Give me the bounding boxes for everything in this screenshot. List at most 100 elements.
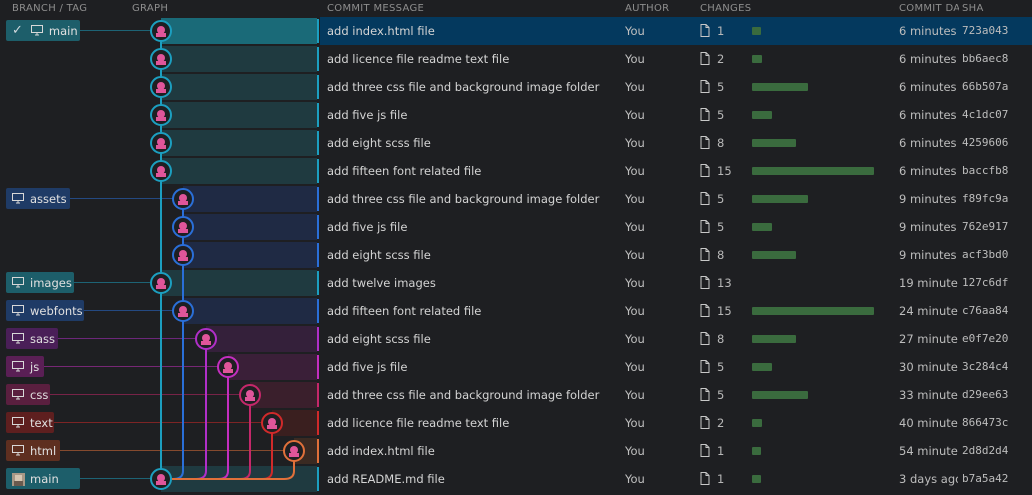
- avatar-icon: [202, 334, 210, 342]
- avatar-icon: [178, 257, 188, 261]
- changes-count: 15: [717, 164, 732, 178]
- avatar-icon: [157, 138, 165, 146]
- avatar-icon: [290, 446, 298, 454]
- avatar-icon: [179, 194, 187, 202]
- file-icon: [700, 220, 710, 233]
- commit-author: You: [625, 192, 645, 206]
- commit-author: You: [625, 444, 645, 458]
- commit-author: You: [625, 24, 645, 38]
- file-icon: [700, 276, 710, 289]
- commit-sha[interactable]: d29ee63: [962, 388, 1008, 401]
- commit-sha[interactable]: 762e917: [962, 220, 1008, 233]
- avatar-icon: [178, 313, 188, 317]
- changes-bar: [752, 335, 796, 343]
- header-commit-message[interactable]: COMMIT MESSAGE: [327, 3, 424, 14]
- changes-count: 5: [717, 220, 725, 234]
- commit-graph-view: BRANCH / TAG GRAPH COMMIT MESSAGE AUTHOR…: [0, 0, 1032, 495]
- commit-message: add twelve images: [327, 276, 436, 290]
- avatar-icon: [178, 229, 188, 233]
- commit-date: 6 minutes ago: [899, 80, 958, 94]
- file-icon: [700, 24, 710, 37]
- commit-sha[interactable]: 866473c: [962, 416, 1008, 429]
- avatar-icon: [157, 166, 165, 174]
- avatar-icon: [157, 26, 165, 34]
- changes-bar: [752, 167, 874, 175]
- changes-count: 2: [717, 416, 725, 430]
- commit-author: You: [625, 276, 645, 290]
- commit-sha[interactable]: c76aa84: [962, 304, 1008, 317]
- lane-text: [161, 423, 273, 480]
- commit-sha[interactable]: 4c1dc07: [962, 108, 1008, 121]
- commit-message: add eight scss file: [327, 136, 431, 150]
- commit-sha[interactable]: 2d8d2d4: [962, 444, 1008, 457]
- commit-sha[interactable]: 4259606: [962, 136, 1008, 149]
- commit-message: add five js file: [327, 360, 408, 374]
- commit-author: You: [625, 360, 645, 374]
- changes-count: 5: [717, 388, 725, 402]
- commit-author: You: [625, 136, 645, 150]
- commit-sha[interactable]: f89fc9a: [962, 192, 1008, 205]
- avatar-icon: [289, 453, 299, 457]
- commit-date: 19 minutes ago: [899, 276, 958, 290]
- header-sha[interactable]: SHA: [962, 3, 984, 14]
- avatar-icon: [179, 250, 187, 258]
- commit-author: You: [625, 388, 645, 402]
- file-icon: [700, 416, 710, 429]
- changes-count: 13: [717, 276, 732, 290]
- commit-author: You: [625, 472, 645, 486]
- changes-bar: [752, 223, 772, 231]
- header-changes[interactable]: CHANGES: [700, 3, 751, 14]
- commit-sha[interactable]: bb6aec8: [962, 52, 1008, 65]
- commit-date: 24 minutes ago: [899, 304, 958, 318]
- header-author[interactable]: AUTHOR: [625, 3, 669, 14]
- commit-author: You: [625, 248, 645, 262]
- commit-message: add five js file: [327, 108, 408, 122]
- changes-count: 5: [717, 360, 725, 374]
- commit-sha[interactable]: e0f7e20: [962, 332, 1008, 345]
- commit-date: 33 minutes ago: [899, 388, 958, 402]
- commit-message: add eight scss file: [327, 332, 431, 346]
- changes-bar: [752, 307, 874, 315]
- commit-date: 6 minutes ago: [899, 136, 958, 150]
- file-icon: [700, 332, 710, 345]
- commit-message: add five js file: [327, 220, 408, 234]
- header-commit-date[interactable]: COMMIT DATE / TIME: [899, 3, 959, 14]
- lane-assets: [161, 199, 184, 480]
- avatar-icon: [157, 474, 165, 482]
- changes-count: 5: [717, 108, 725, 122]
- commit-sha[interactable]: 3c284c4: [962, 360, 1008, 373]
- file-icon: [700, 248, 710, 261]
- changes-count: 15: [717, 304, 732, 318]
- commit-sha[interactable]: 66b507a: [962, 80, 1008, 93]
- file-icon: [700, 80, 710, 93]
- commit-sha[interactable]: baccfb8: [962, 164, 1008, 177]
- avatar-icon: [224, 362, 232, 370]
- commit-message: add index.html file: [327, 444, 435, 458]
- commit-author: You: [625, 220, 645, 234]
- commit-sha[interactable]: 723a043: [962, 24, 1008, 37]
- commit-date: 30 minutes ago: [899, 360, 958, 374]
- commit-date: 3 days ago: [899, 472, 958, 486]
- commit-sha[interactable]: 127c6df: [962, 276, 1008, 289]
- commit-message: add licence file readme text file: [327, 416, 510, 430]
- commit-author: You: [625, 304, 645, 318]
- commit-message: add fifteen font related file: [327, 304, 482, 318]
- changes-count: 8: [717, 136, 725, 150]
- changes-count: 1: [717, 472, 725, 486]
- commit-sha[interactable]: b7a5a42: [962, 472, 1008, 485]
- changes-bar: [752, 475, 761, 483]
- commit-date: 9 minutes ago: [899, 192, 958, 206]
- commit-author: You: [625, 52, 645, 66]
- changes-bar: [752, 27, 761, 35]
- file-icon: [700, 136, 710, 149]
- changes-count: 5: [717, 80, 725, 94]
- changes-count: 5: [717, 192, 725, 206]
- changes-count: 1: [717, 24, 725, 38]
- commit-sha[interactable]: acf3bd0: [962, 248, 1008, 261]
- changes-count: 2: [717, 52, 725, 66]
- avatar-icon: [156, 89, 166, 93]
- commit-author: You: [625, 416, 645, 430]
- avatar-icon: [179, 306, 187, 314]
- avatar-icon: [179, 222, 187, 230]
- commit-author: You: [625, 332, 645, 346]
